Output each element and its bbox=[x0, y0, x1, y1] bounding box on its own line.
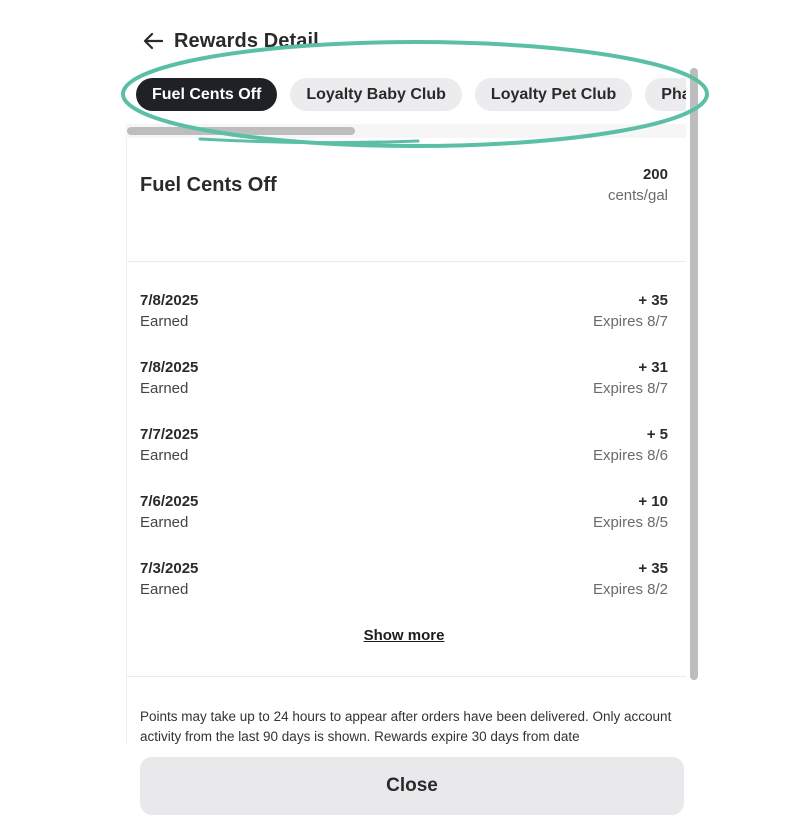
transaction-date: 7/6/2025 bbox=[140, 493, 199, 510]
transaction-date: 7/8/2025 bbox=[140, 292, 199, 309]
transaction-type: Earned bbox=[140, 447, 189, 464]
transaction-row: 7/3/2025 Earned + 35 Expires 8/2 bbox=[140, 560, 668, 627]
rewards-disclaimer: Points may take up to 24 hours to appear… bbox=[140, 709, 672, 744]
transaction-amount: + 35 bbox=[638, 292, 668, 309]
transaction-date: 7/8/2025 bbox=[140, 359, 199, 376]
tabs-row: Fuel Cents Off Loyalty Baby Club Loyalty… bbox=[136, 78, 686, 111]
reward-summary: Fuel Cents Off 200 cents/gal bbox=[140, 164, 668, 224]
page-title: Rewards Detail bbox=[174, 29, 319, 52]
transaction-row: 7/8/2025 Earned + 35 Expires 8/7 bbox=[140, 292, 668, 359]
page-header: Rewards Detail bbox=[140, 26, 319, 56]
transaction-row: 7/7/2025 Earned + 5 Expires 8/6 bbox=[140, 426, 668, 493]
transaction-amount: + 5 bbox=[646, 426, 668, 443]
transaction-row: 7/8/2025 Earned + 31 Expires 8/7 bbox=[140, 359, 668, 426]
divider bbox=[126, 676, 686, 677]
tab-fuel-cents-off[interactable]: Fuel Cents Off bbox=[136, 78, 278, 111]
panel-edge bbox=[126, 124, 127, 824]
transaction-row: 7/6/2025 Earned + 10 Expires 8/5 bbox=[140, 493, 668, 560]
tab-loyalty-pet-club[interactable]: Loyalty Pet Club bbox=[474, 78, 633, 111]
transaction-amount: + 35 bbox=[638, 560, 668, 577]
transaction-type: Earned bbox=[140, 514, 189, 531]
transaction-type: Earned bbox=[140, 581, 189, 598]
tab-pharmacy[interactable]: Pha bbox=[645, 78, 686, 111]
arrow-left-icon bbox=[143, 32, 163, 50]
transaction-type: Earned bbox=[140, 380, 189, 397]
transaction-date: 7/7/2025 bbox=[140, 426, 199, 443]
transaction-date: 7/3/2025 bbox=[140, 560, 199, 577]
transaction-type: Earned bbox=[140, 313, 189, 330]
reward-name: Fuel Cents Off bbox=[140, 174, 277, 196]
rewards-detail-page: Rewards Detail Fuel Cents Off Loyalty Ba… bbox=[0, 0, 800, 837]
transaction-list: 7/8/2025 Earned + 35 Expires 8/7 7/8/202… bbox=[140, 292, 668, 627]
close-button[interactable]: Close bbox=[140, 757, 684, 815]
transaction-amount: + 10 bbox=[638, 493, 668, 510]
divider bbox=[126, 261, 686, 262]
transaction-expiry: Expires 8/7 bbox=[592, 313, 668, 330]
transaction-amount: + 31 bbox=[638, 359, 668, 376]
vertical-scrollbar[interactable] bbox=[690, 68, 698, 680]
tabs-horizontal-scrollbar[interactable] bbox=[127, 127, 355, 135]
transaction-expiry: Expires 8/2 bbox=[592, 581, 668, 598]
show-more-link[interactable]: Show more bbox=[126, 627, 682, 644]
rewards-tabs: Fuel Cents Off Loyalty Baby Club Loyalty… bbox=[126, 68, 686, 120]
tab-loyalty-baby-club[interactable]: Loyalty Baby Club bbox=[290, 78, 462, 111]
reward-unit: cents/gal bbox=[607, 187, 668, 204]
transaction-expiry: Expires 8/6 bbox=[592, 447, 668, 464]
back-button[interactable] bbox=[140, 28, 166, 54]
transaction-expiry: Expires 8/5 bbox=[592, 514, 668, 531]
reward-balance: 200 bbox=[642, 166, 668, 183]
transaction-expiry: Expires 8/7 bbox=[592, 380, 668, 397]
